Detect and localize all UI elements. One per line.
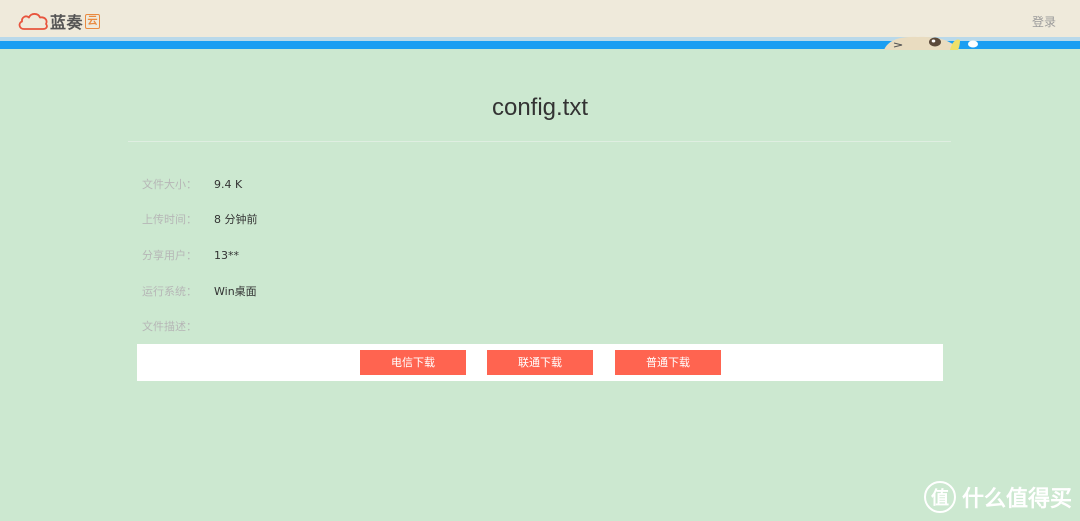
unicom-download-button[interactable]: 联通下载 — [487, 350, 593, 375]
info-label: 运行系统： — [142, 285, 197, 298]
info-label: 上传时间： — [142, 213, 197, 226]
watermark-text: 什么值得买 — [961, 487, 1072, 512]
info-label: 分享用户： — [142, 249, 197, 262]
info-row-size: 文件大小： 9.4 K — [142, 175, 242, 193]
info-value: Win桌面 — [214, 285, 257, 298]
info-value: 9.4 K — [214, 177, 243, 191]
title-divider — [128, 141, 951, 142]
telecom-download-button[interactable]: 电信下载 — [360, 350, 466, 375]
logo-badge: 云 — [85, 13, 101, 29]
info-label: 文件大小： — [142, 178, 197, 191]
info-row-upload-time: 上传时间： 8 分钟前 — [142, 210, 258, 228]
normal-download-button[interactable]: 普通下载 — [615, 350, 721, 375]
site-logo[interactable]: 蓝奏 云 — [17, 10, 101, 32]
cloud-icon — [18, 13, 48, 30]
watermark: 值 什么值得买 — [923, 481, 1072, 513]
info-value: 8 分钟前 — [214, 213, 258, 226]
download-panel: 电信下载 联通下载 普通下载 — [137, 344, 943, 381]
watermark-icon: 值 — [923, 481, 956, 513]
logo-text: 蓝奏 — [50, 13, 84, 32]
info-label: 文件描述： — [142, 320, 197, 333]
file-title: config.txt — [491, 94, 589, 121]
login-link[interactable]: 登录 — [1032, 13, 1056, 30]
info-value: 13** — [214, 248, 239, 262]
info-row-system: 运行系统： Win桌面 — [142, 282, 257, 300]
info-row-description: 文件描述： — [142, 317, 214, 335]
mascot-icon — [884, 36, 978, 50]
info-row-user: 分享用户： 13** — [142, 246, 239, 264]
